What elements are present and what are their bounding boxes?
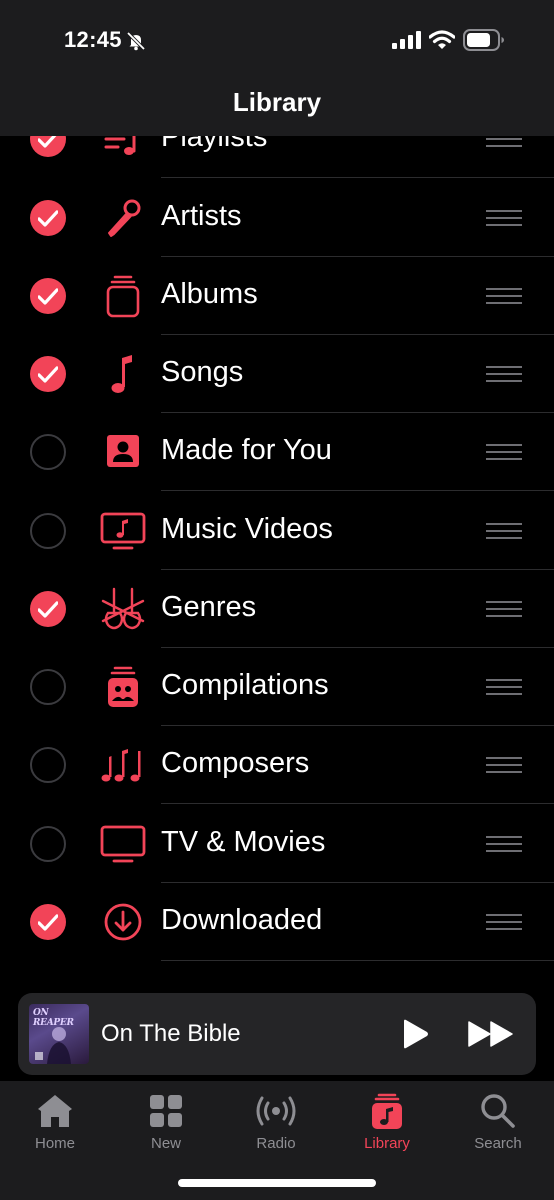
checkbox-unchecked[interactable]: [30, 669, 66, 705]
music-note-icon: [111, 355, 132, 393]
row-separator: [161, 960, 554, 961]
tab-search[interactable]: Search: [443, 1093, 553, 1152]
tab-radio[interactable]: Radio: [221, 1093, 331, 1152]
list-item-genres[interactable]: Genres: [0, 570, 554, 648]
list-item-composers[interactable]: Composers: [0, 726, 554, 804]
play-icon[interactable]: [401, 1019, 429, 1049]
cellular-signal-icon: [392, 31, 421, 49]
list-item-artists[interactable]: Artists: [0, 179, 554, 257]
guitars-icon: [101, 587, 145, 630]
fast-forward-icon[interactable]: [468, 1021, 514, 1047]
grid-icon: [150, 1095, 182, 1127]
reorder-handle-icon[interactable]: [486, 522, 522, 540]
status-time: 12:45: [64, 27, 122, 52]
home-icon: [38, 1095, 72, 1127]
item-label: Composers: [161, 747, 310, 779]
checkbox-checked[interactable]: [30, 136, 66, 157]
track-title[interactable]: On The Bible: [101, 1020, 241, 1048]
reorder-handle-icon[interactable]: [486, 678, 522, 696]
tab-library[interactable]: Library: [332, 1093, 442, 1152]
tab-label: Radio: [256, 1135, 296, 1152]
list-item-made-for-you[interactable]: Made for You: [0, 413, 554, 491]
item-label: TV & Movies: [161, 826, 326, 858]
album-artwork[interactable]: ON REAPER: [29, 1004, 89, 1064]
row-separator: [161, 803, 554, 804]
compilation-stack-icon: [108, 666, 138, 707]
tv-music-icon: [100, 512, 146, 550]
wifi-icon: [429, 30, 455, 49]
item-label: Music Videos: [161, 513, 333, 545]
radio-waves-icon: [256, 1096, 296, 1126]
checkbox-checked[interactable]: [30, 200, 66, 236]
page-title: Library: [232, 87, 322, 117]
list-item-music-videos[interactable]: Music Videos: [0, 492, 554, 570]
reorder-handle-icon[interactable]: [486, 136, 522, 148]
checkbox-unchecked[interactable]: [30, 826, 66, 862]
home-indicator: [178, 1179, 376, 1187]
reorder-handle-icon[interactable]: [486, 756, 522, 774]
row-separator: [161, 177, 554, 178]
mini-player[interactable]: ON REAPER On The Bible: [18, 993, 536, 1075]
item-label: Made for You: [161, 434, 332, 466]
download-circle-icon: [104, 903, 142, 941]
reorder-handle-icon[interactable]: [486, 835, 522, 853]
row-separator: [161, 490, 554, 491]
tv-icon: [100, 825, 146, 863]
artwork-figure-icon: [35, 1027, 71, 1064]
checkbox-unchecked[interactable]: [30, 747, 66, 783]
bell-off-icon: [126, 31, 146, 51]
album-stack-icon: [106, 275, 140, 318]
reorder-handle-icon[interactable]: [486, 443, 522, 461]
checkbox-checked[interactable]: [30, 591, 66, 627]
reorder-handle-icon[interactable]: [486, 287, 522, 305]
tab-new[interactable]: New: [111, 1093, 221, 1152]
item-label: Downloaded: [161, 904, 323, 936]
playlist-icon: [104, 136, 136, 155]
list-item-songs[interactable]: Songs: [0, 335, 554, 413]
checkbox-unchecked[interactable]: [30, 513, 66, 549]
person-square-icon: [107, 435, 139, 467]
list-item-tv-movies[interactable]: TV & Movies: [0, 805, 554, 883]
reorder-handle-icon[interactable]: [486, 913, 522, 931]
list-item-compilations[interactable]: Compilations: [0, 648, 554, 726]
library-icon: [372, 1093, 402, 1129]
tab-label: New: [150, 1135, 181, 1152]
magnifier-icon: [481, 1094, 515, 1128]
library-list[interactable]: Playlists Artists Albums Songs Made for …: [0, 136, 554, 976]
microphone-icon: [108, 199, 141, 237]
tab-label: Library: [364, 1135, 410, 1152]
checkbox-checked[interactable]: [30, 904, 66, 940]
tab-label: Home: [34, 1135, 75, 1152]
item-label: Albums: [161, 278, 258, 310]
status-bar: 12:45: [0, 0, 554, 80]
item-label: Artists: [161, 200, 242, 232]
item-label: Songs: [161, 356, 244, 388]
checkbox-unchecked[interactable]: [30, 434, 66, 470]
music-notes-icon: [101, 749, 141, 782]
checkbox-checked[interactable]: [30, 356, 66, 392]
checkbox-checked[interactable]: [30, 278, 66, 314]
item-label: Compilations: [161, 669, 329, 701]
reorder-handle-icon[interactable]: [486, 209, 522, 227]
reorder-handle-icon[interactable]: [486, 365, 522, 383]
battery-icon: [463, 29, 504, 51]
navigation-bar: Library: [0, 80, 554, 136]
reorder-handle-icon[interactable]: [486, 600, 522, 618]
item-label: Genres: [161, 591, 257, 623]
list-item-downloaded[interactable]: Downloaded: [0, 883, 554, 961]
list-item-albums[interactable]: Albums: [0, 257, 554, 335]
tab-home[interactable]: Home: [0, 1093, 110, 1152]
list-item-playlists[interactable]: Playlists: [0, 136, 554, 178]
tab-label: Search: [474, 1135, 522, 1152]
item-label: Playlists: [161, 136, 268, 153]
